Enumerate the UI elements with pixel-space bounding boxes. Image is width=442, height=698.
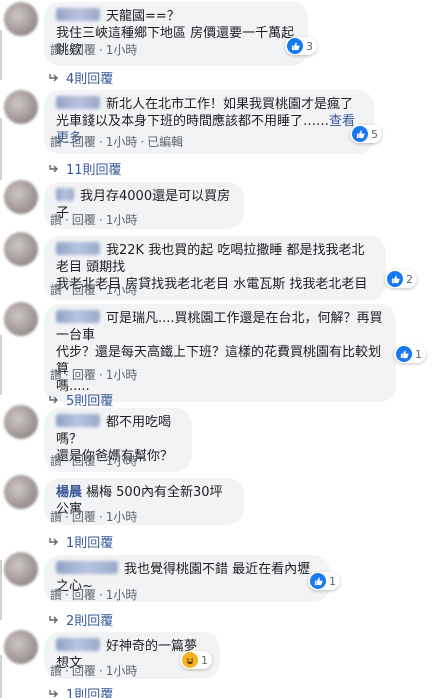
comment-time[interactable]: 1小時 <box>106 510 138 524</box>
avatar[interactable] <box>4 552 38 586</box>
commenter-name-blurred[interactable] <box>56 414 100 427</box>
reply-arrow-icon <box>49 537 58 545</box>
like-link[interactable]: 讚 <box>50 664 62 678</box>
view-replies-link[interactable]: 11則回覆 <box>48 159 122 178</box>
comment-actions: 讚 · 回覆 · 1小時 <box>50 510 138 524</box>
comment-text: 可是瑞凡....買桃園工作還是在台北，何解？再買一台車 <box>56 311 383 343</box>
comment-actions: 讚 · 回覆 · 1小時 · 已編輯 <box>50 135 184 149</box>
comment-actions: 讚 · 回覆 · 1小時 <box>50 213 138 227</box>
like-link[interactable]: 讚 <box>50 135 62 149</box>
comment-time[interactable]: 1小時 <box>106 283 138 297</box>
reply-arrow-icon <box>49 395 58 403</box>
thread-line <box>0 655 2 698</box>
avatar[interactable] <box>4 232 38 266</box>
like-link[interactable]: 讚 <box>50 454 62 468</box>
reply-arrow-icon <box>49 164 58 172</box>
comment-text: 新北人在北市工作！如果我買桃園才是瘋了 <box>106 97 354 112</box>
view-replies-link[interactable]: 4則回覆 <box>48 68 113 87</box>
commenter-name-blurred[interactable] <box>56 561 118 574</box>
comment-actions: 讚 · 回覆 · 1小時 <box>50 43 138 57</box>
comment-actions: 讚 · 回覆 · 1小時 <box>50 368 138 382</box>
view-replies-link[interactable]: 1則回覆 <box>48 532 113 551</box>
comment-bubble: 可是瑞凡....買桃園工作還是在台北，何解？再買一台車 代步？還是每天高鐵上下班… <box>44 304 396 402</box>
avatar[interactable] <box>4 2 38 36</box>
comment-time[interactable]: 1小時 <box>106 588 138 602</box>
thread-line <box>0 335 2 395</box>
thread-line <box>0 118 2 180</box>
like-link[interactable]: 讚 <box>50 213 62 227</box>
reply-link[interactable]: 回覆 <box>72 43 96 57</box>
reply-link[interactable]: 回覆 <box>72 283 96 297</box>
avatar[interactable] <box>4 180 38 214</box>
avatar[interactable] <box>4 630 38 664</box>
reply-arrow-icon <box>49 689 58 697</box>
comment-actions: 讚 · 回覆 · 1小時 <box>50 454 138 468</box>
reaction-count[interactable]: 1 <box>394 345 426 363</box>
comment-text: 光車錢以及本身下班的時間應該都不用睡了…… <box>56 114 330 129</box>
reaction-count[interactable]: 1 <box>308 572 340 590</box>
comment-actions: 讚 · 回覆 · 1小時 <box>50 664 138 678</box>
like-icon <box>352 126 368 142</box>
like-icon <box>310 573 326 589</box>
commenter-name-blurred[interactable] <box>56 8 100 21</box>
comment-time[interactable]: 1小時 <box>106 368 138 382</box>
view-replies-link[interactable]: 1則回覆 <box>48 684 113 698</box>
reply-arrow-icon <box>49 73 58 81</box>
reply-link[interactable]: 回覆 <box>72 588 96 602</box>
reaction-count[interactable]: 3 <box>285 37 317 55</box>
reply-link[interactable]: 回覆 <box>72 664 96 678</box>
avatar[interactable] <box>4 405 38 439</box>
view-replies-link[interactable]: 2則回覆 <box>48 610 113 629</box>
avatar[interactable] <box>4 475 38 509</box>
commenter-name-blurred[interactable] <box>56 310 100 323</box>
like-link[interactable]: 讚 <box>50 283 62 297</box>
comment-time[interactable]: 1小時 <box>106 43 138 57</box>
commenter-name-blurred[interactable] <box>56 242 100 255</box>
reply-link[interactable]: 回覆 <box>72 213 96 227</box>
thread-line <box>0 560 2 620</box>
avatar[interactable] <box>4 302 38 336</box>
avatar[interactable] <box>4 90 38 124</box>
like-link[interactable]: 讚 <box>50 588 62 602</box>
edited-label[interactable]: 已編輯 <box>147 135 183 149</box>
like-link[interactable]: 讚 <box>50 368 62 382</box>
comment-time[interactable]: 1小時 <box>106 213 138 227</box>
reaction-count[interactable]: 2 <box>385 270 417 288</box>
commenter-name-blurred[interactable] <box>56 188 74 201</box>
reply-link[interactable]: 回覆 <box>72 510 96 524</box>
comment-time[interactable]: 1小時 <box>106 454 138 468</box>
like-icon <box>287 38 303 54</box>
commenter-name-blurred[interactable] <box>56 638 100 651</box>
like-icon <box>387 271 403 287</box>
comment-text: 我22K 我也買的起 吃喝拉撒睡 都是找我老北老目 頭期找 <box>56 243 365 275</box>
reply-link[interactable]: 回覆 <box>72 368 96 382</box>
comment-actions: 讚 · 回覆 · 1小時 <box>50 588 138 602</box>
comment-time[interactable]: 1小時 <box>106 664 138 678</box>
reply-arrow-icon <box>49 615 58 623</box>
like-link[interactable]: 讚 <box>50 43 62 57</box>
comment-text: 天龍國==？ <box>106 9 180 24</box>
thread-line <box>0 30 2 80</box>
view-replies-link[interactable]: 5則回覆 <box>48 390 113 409</box>
like-link[interactable]: 讚 <box>50 510 62 524</box>
reaction-count[interactable]: 1 <box>180 651 212 669</box>
reaction-count[interactable]: 5 <box>350 125 382 143</box>
reply-link[interactable]: 回覆 <box>72 454 96 468</box>
comment-time[interactable]: 1小時 <box>106 135 138 149</box>
commenter-name[interactable]: 楊晨 <box>56 484 82 501</box>
like-icon <box>396 346 412 362</box>
reply-link[interactable]: 回覆 <box>72 135 96 149</box>
comment-actions: 讚 · 回覆 · 1小時 <box>50 283 138 297</box>
commenter-name-blurred[interactable] <box>56 96 100 109</box>
haha-icon <box>182 652 198 668</box>
